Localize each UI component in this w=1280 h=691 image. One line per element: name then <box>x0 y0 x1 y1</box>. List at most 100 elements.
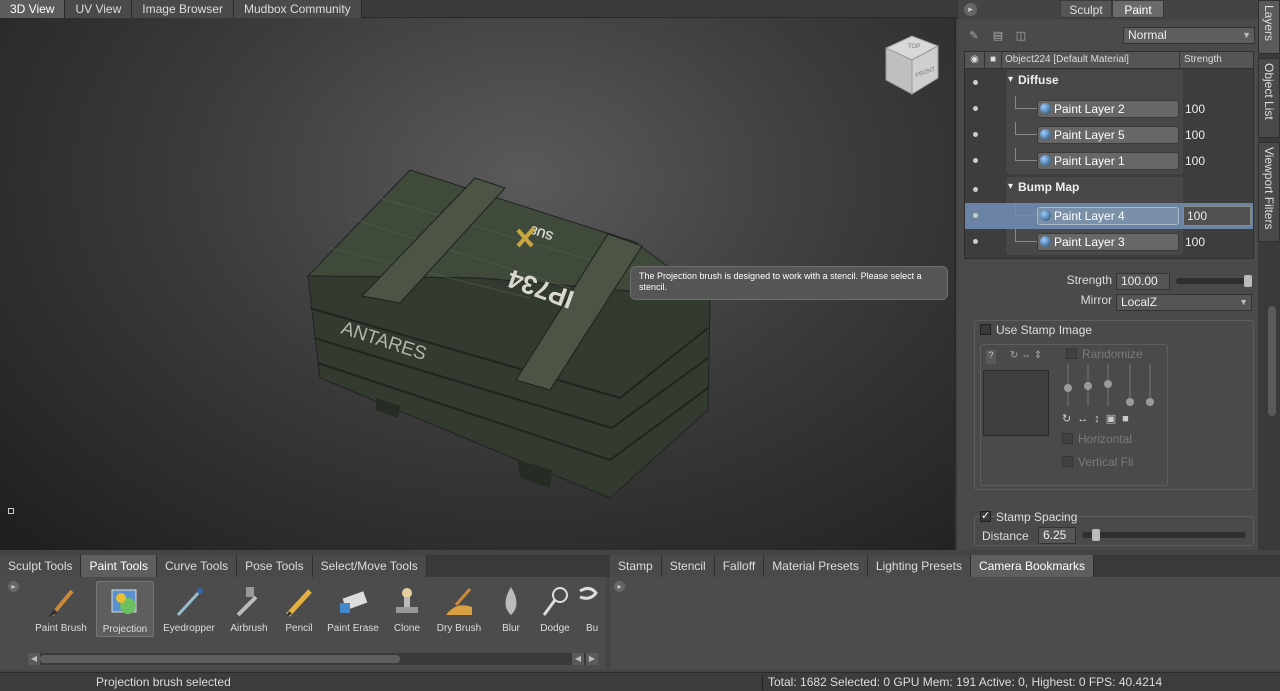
stamp-preview[interactable] <box>983 370 1049 436</box>
tab-pose-tools[interactable]: Pose Tools <box>237 555 313 577</box>
tool-label: Dry Brush <box>436 623 482 634</box>
horizontal-checkbox[interactable] <box>1062 433 1073 444</box>
chevron-down-icon: ▼ <box>1239 297 1248 307</box>
delete-layer-icon[interactable]: ◫ <box>1015 30 1027 43</box>
use-stamp-image-label: Use Stamp Image <box>996 323 1093 337</box>
layer-row[interactable]: Paint Layer 3 100 <box>965 229 1253 255</box>
new-layer-icon[interactable]: ✎ <box>968 30 980 43</box>
layer-row[interactable]: Paint Layer 5 100 <box>965 122 1253 148</box>
layer-name[interactable]: Paint Layer 4 <box>1037 207 1179 225</box>
tab-3d-view[interactable]: 3D View <box>0 0 66 18</box>
tool-clone[interactable]: Clone <box>378 581 436 637</box>
shelf-scrollbar[interactable]: ◀ ◀ ▶ <box>28 653 598 665</box>
randomize-checkbox[interactable] <box>1066 348 1077 359</box>
distance-slider[interactable] <box>1082 532 1246 538</box>
scroll-left-icon[interactable]: ◀ <box>28 653 40 665</box>
strength-slider-handle[interactable] <box>1244 275 1252 287</box>
visibility-toggle[interactable] <box>973 239 978 244</box>
tool-burn[interactable]: Bu <box>574 581 604 637</box>
panel-menu-icon[interactable]: ▸ <box>964 3 977 16</box>
tab-mudbox-community[interactable]: Mudbox Community <box>233 0 362 18</box>
tool-pencil[interactable]: Pencil <box>270 581 328 637</box>
tool-paint-brush[interactable]: Paint Brush <box>32 581 90 637</box>
rotate-flip-icon[interactable]: ↻ ⇔ ⇕ <box>1010 350 1042 361</box>
strength-slider[interactable] <box>1176 278 1250 284</box>
scroll-left-end-icon[interactable]: ◀ <box>572 653 584 665</box>
tab-stamp[interactable]: Stamp <box>610 555 662 577</box>
layer-strength[interactable]: 100 <box>1185 235 1205 249</box>
tab-select-move-tools[interactable]: Select/Move Tools <box>312 555 427 577</box>
tab-curve-tools[interactable]: Curve Tools <box>156 555 238 577</box>
help-icon[interactable]: ? <box>986 350 996 364</box>
3d-viewport[interactable]: SU8 IP734 ANTARES TOP FRONT The Projecti… <box>0 18 956 550</box>
layer-name[interactable]: Paint Layer 5 <box>1037 126 1179 144</box>
layer-row[interactable]: Paint Layer 1 100 <box>965 148 1253 174</box>
blend-mode-select[interactable]: Normal ▼ <box>1123 27 1255 44</box>
tab-viewport-filters[interactable]: Viewport Filters <box>1258 142 1280 242</box>
layer-strength[interactable]: 100 <box>1185 102 1205 116</box>
tool-dry-brush[interactable]: Dry Brush <box>430 581 488 637</box>
tab-uv-view[interactable]: UV View <box>65 0 133 18</box>
distance-input[interactable]: 6.25 <box>1038 527 1076 544</box>
visibility-toggle[interactable] <box>973 158 978 163</box>
panel-scrollbar[interactable] <box>1266 266 1278 550</box>
layer-label: Paint Layer 5 <box>1054 128 1125 142</box>
visibility-toggle[interactable] <box>973 213 978 218</box>
tree-line <box>1015 96 1037 109</box>
shelf-scrollbar-thumb[interactable] <box>40 655 400 663</box>
scroll-right-icon[interactable]: ▶ <box>586 653 598 665</box>
tab-layers[interactable]: Layers <box>1258 0 1280 54</box>
tab-material-presets[interactable]: Material Presets <box>764 555 868 577</box>
layer-name[interactable]: Paint Layer 2 <box>1037 100 1179 118</box>
stamp-spacing-label: Stamp Spacing <box>996 510 1078 524</box>
tool-label: Paint Brush <box>35 623 87 634</box>
dodge-icon <box>542 587 568 616</box>
tab-paint[interactable]: Paint <box>1112 0 1164 18</box>
distance-slider-handle[interactable] <box>1092 529 1100 541</box>
layer-group-row[interactable]: Bump Map <box>965 177 1253 203</box>
tab-sculpt[interactable]: Sculpt <box>1060 0 1112 18</box>
layer-row[interactable]: Paint Layer 2 100 <box>965 96 1253 122</box>
use-stamp-image-checkbox[interactable] <box>980 324 991 335</box>
strength-input[interactable]: 100.00 <box>1116 273 1170 290</box>
object-header: Object224 [Default Material] <box>1002 52 1180 68</box>
randomize-sliders[interactable] <box>1060 362 1160 408</box>
vertical-flip-checkbox[interactable] <box>1062 456 1073 467</box>
view-cube[interactable]: TOP FRONT <box>880 32 942 98</box>
tooltip: The Projection brush is designed to work… <box>630 266 948 300</box>
stamp-spacing-checkbox[interactable] <box>980 509 991 522</box>
tab-image-browser[interactable]: Image Browser <box>132 0 234 18</box>
layer-group-row[interactable]: Diffuse <box>965 70 1253 96</box>
layer-strength[interactable]: 100 <box>1185 128 1205 142</box>
layer-strength-input[interactable]: 100 <box>1183 206 1251 226</box>
tool-projection[interactable]: Projection <box>96 581 154 637</box>
tree-line <box>1015 229 1037 242</box>
layer-name[interactable]: Paint Layer 1 <box>1037 152 1179 170</box>
group-diffuse[interactable]: Diffuse <box>1006 70 1059 90</box>
panel-scrollbar-thumb[interactable] <box>1268 306 1276 416</box>
tab-lighting-presets[interactable]: Lighting Presets <box>867 555 971 577</box>
layer-strength[interactable]: 100 <box>1185 154 1205 168</box>
tray-menu-icon[interactable]: ▸ <box>614 581 625 592</box>
globe-icon <box>1040 236 1051 247</box>
visibility-toggle[interactable] <box>973 106 978 111</box>
shelf-menu-icon[interactable]: ▸ <box>8 581 19 592</box>
distance-label: Distance <box>982 529 1029 543</box>
merge-layer-icon[interactable]: ▤ <box>992 30 1004 43</box>
camera-bookmarks-tray: ▸ <box>610 577 1280 670</box>
layer-name[interactable]: Paint Layer 3 <box>1037 233 1179 251</box>
tool-eyedropper[interactable]: Eyedropper <box>160 581 218 637</box>
mirror-select[interactable]: LocalZ ▼ <box>1116 294 1252 311</box>
tool-paint-erase[interactable]: Paint Erase <box>324 581 382 637</box>
tab-object-list[interactable]: Object List <box>1258 58 1280 138</box>
visibility-toggle[interactable] <box>973 187 978 192</box>
tab-paint-tools[interactable]: Paint Tools <box>81 555 157 577</box>
tab-sculpt-tools[interactable]: Sculpt Tools <box>0 555 82 577</box>
tab-stencil[interactable]: Stencil <box>661 555 715 577</box>
layer-row-selected[interactable]: Paint Layer 4 100 <box>965 203 1253 229</box>
visibility-toggle[interactable] <box>973 80 978 85</box>
visibility-toggle[interactable] <box>973 132 978 137</box>
tab-falloff[interactable]: Falloff <box>714 555 765 577</box>
group-bump-map[interactable]: Bump Map <box>1006 177 1079 197</box>
tab-camera-bookmarks[interactable]: Camera Bookmarks <box>970 555 1094 577</box>
